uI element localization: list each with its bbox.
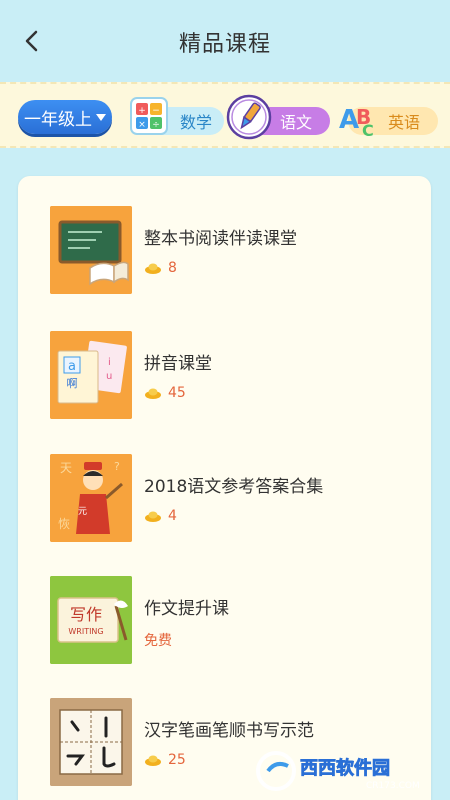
svg-text:+: +	[138, 106, 146, 116]
svg-text:i: i	[108, 357, 111, 368]
grade-selector[interactable]: 一年级上	[18, 100, 112, 134]
page-title: 精品课程	[178, 32, 271, 57]
pinyin-cards-thumbnail: a 啊 i u	[50, 331, 132, 419]
subject-tab-math[interactable]: 数学 + − × ÷	[128, 94, 224, 140]
course-price: 免费	[144, 630, 172, 650]
site-watermark: 西西软件园 CR173.COM	[254, 748, 440, 794]
svg-text:?: ?	[114, 460, 120, 473]
watermark-text-en: CR173.COM	[366, 781, 420, 791]
watermark-text-cn: 西西软件园	[300, 757, 390, 779]
course-item[interactable]: 写作 WRITING 作文提升课 免费	[50, 576, 410, 666]
chevron-down-icon	[96, 113, 106, 121]
svg-text:啊: 啊	[67, 377, 78, 390]
course-price-value: 4	[168, 508, 177, 524]
svg-text:−: −	[152, 106, 160, 116]
svg-text:写作: 写作	[70, 605, 102, 624]
course-price: 45	[144, 385, 186, 401]
course-list: 整本书阅读伴读课堂 8 a 啊 i u 拼音课堂 45 天 ? 恢 元 2018…	[18, 176, 431, 800]
gold-ingot-icon	[145, 755, 161, 766]
course-item[interactable]: a 啊 i u 拼音课堂 45	[50, 331, 410, 421]
pen-icon	[226, 94, 272, 140]
svg-text:WRITING: WRITING	[68, 627, 103, 636]
svg-text:u: u	[106, 371, 112, 382]
gold-ingot-icon	[145, 388, 161, 399]
course-price-value: 45	[168, 385, 186, 401]
subject-tab-chinese[interactable]: 语文	[226, 94, 330, 140]
course-price: 4	[144, 508, 177, 524]
svg-text:恢: 恢	[58, 517, 70, 531]
course-item[interactable]: 整本书阅读伴读课堂 8	[50, 206, 410, 296]
subject-bar: 一年级上 数学 + − × ÷ 语文 英语 A B C	[0, 82, 450, 148]
top-bar: 精品课程	[0, 0, 450, 82]
gold-ingot-icon	[145, 511, 161, 522]
svg-text:÷: ÷	[152, 120, 160, 130]
svg-text:天: 天	[60, 461, 72, 475]
subject-label-math: 数学	[180, 113, 213, 132]
writing-scroll-thumbnail: 写作 WRITING	[50, 576, 132, 664]
course-title: 汉字笔画笔顺书写示范	[144, 721, 314, 741]
course-price-value: 免费	[144, 633, 172, 649]
svg-text:a: a	[68, 359, 76, 374]
grade-label: 一年级上	[24, 109, 92, 130]
course-title: 2018语文参考答案合集	[144, 477, 324, 497]
abc-icon: A B C	[339, 105, 374, 140]
subject-label-english: 英语	[388, 113, 421, 132]
gold-ingot-icon	[145, 263, 161, 274]
blackboard-book-thumbnail	[50, 206, 132, 294]
svg-text:C: C	[362, 121, 374, 140]
course-title: 拼音课堂	[144, 354, 212, 374]
svg-text:元: 元	[78, 507, 87, 517]
calculator-icon: + − × ÷	[130, 97, 168, 135]
stroke-grid-thumbnail	[50, 698, 132, 786]
scholar-cartoon-thumbnail: 天 ? 恢 元	[50, 454, 132, 542]
subject-label-chinese: 语文	[280, 113, 313, 132]
subject-tab-english[interactable]: 英语 A B C	[336, 94, 438, 140]
course-title: 作文提升课	[144, 599, 229, 619]
course-price: 25	[144, 752, 186, 768]
svg-text:×: ×	[138, 120, 146, 130]
course-price: 8	[144, 260, 177, 276]
course-title: 整本书阅读伴读课堂	[144, 229, 297, 249]
course-price-value: 8	[168, 260, 177, 276]
watermark-logo-icon: 西西软件园 CR173.COM	[256, 751, 420, 791]
course-item[interactable]: 天 ? 恢 元 2018语文参考答案合集 4	[50, 454, 410, 544]
course-price-value: 25	[168, 752, 186, 768]
